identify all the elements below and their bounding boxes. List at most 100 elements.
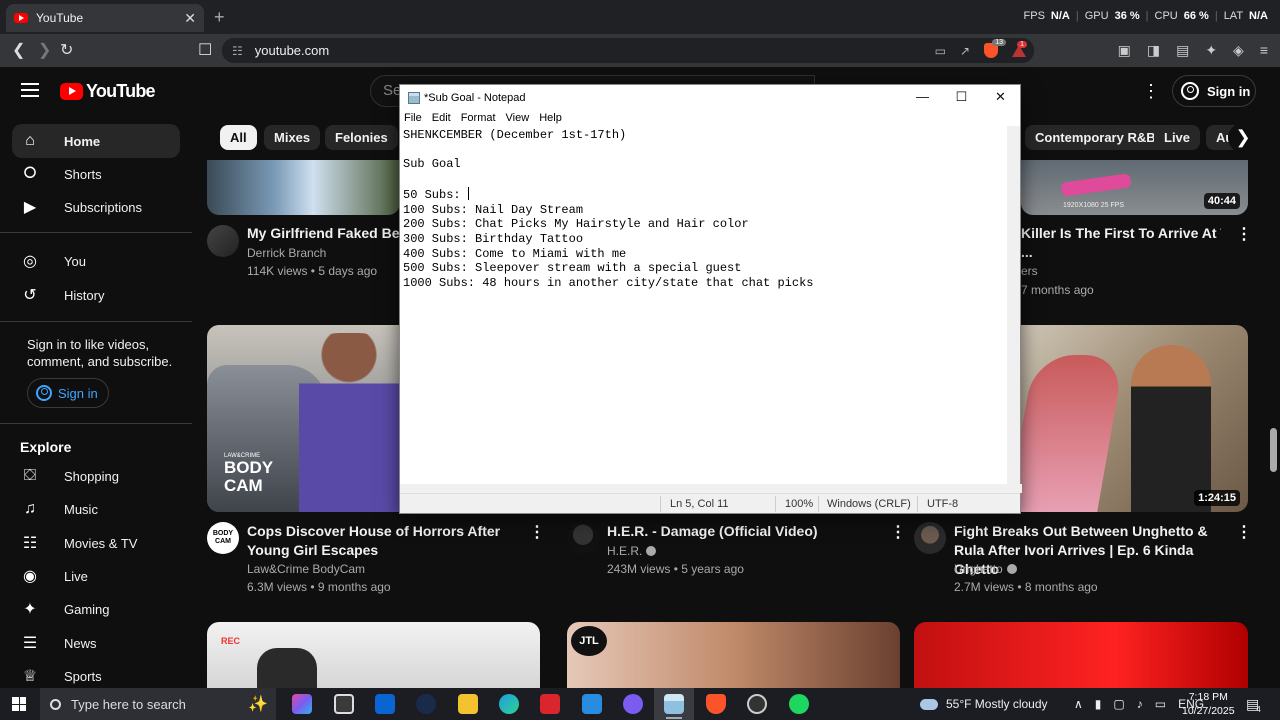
video-menu-icon[interactable]: ⋮ bbox=[1236, 522, 1252, 542]
channel-avatar[interactable]: BODY CAM bbox=[207, 522, 239, 554]
video-thumbnail[interactable]: LAW&CRIME BODY CAM bbox=[207, 325, 400, 512]
minimize-icon[interactable]: — bbox=[903, 85, 942, 109]
tab-close-icon[interactable]: ✕ bbox=[184, 10, 196, 27]
browser-menu-icon[interactable]: ≡ bbox=[1260, 42, 1268, 59]
video-thumbnail[interactable] bbox=[914, 622, 1248, 688]
settings-menu-icon[interactable]: ⋮ bbox=[1142, 81, 1160, 102]
site-settings-icon[interactable]: ☷ bbox=[232, 44, 243, 58]
channel-avatar[interactable] bbox=[207, 225, 239, 257]
maximize-icon[interactable]: ☐ bbox=[942, 85, 981, 109]
sidebar-item-shorts[interactable]: ⭘ Shorts bbox=[12, 157, 180, 191]
bookmark-icon[interactable]: ☐ bbox=[198, 40, 212, 60]
cast-icon[interactable]: ▭ bbox=[935, 44, 946, 58]
forward-icon[interactable]: ❯ bbox=[38, 40, 51, 60]
wps-icon[interactable] bbox=[540, 694, 560, 714]
share-icon[interactable]: ↗ bbox=[960, 44, 970, 58]
brave-shields-icon[interactable]: 13 bbox=[984, 39, 1006, 58]
video-menu-icon[interactable]: ⋮ bbox=[1236, 224, 1252, 244]
menu-edit[interactable]: Edit bbox=[432, 112, 451, 124]
sidebar-sign-in-button[interactable]: Sign in bbox=[27, 378, 109, 408]
store-icon[interactable] bbox=[334, 694, 354, 714]
microphone-icon[interactable]: ▮ bbox=[1095, 697, 1102, 711]
file-explorer-icon[interactable] bbox=[458, 694, 478, 714]
notification-center[interactable]: ▤ 4 bbox=[1246, 688, 1261, 720]
channel-avatar[interactable] bbox=[567, 522, 599, 554]
chip-all[interactable]: All bbox=[220, 125, 257, 150]
spotify-icon[interactable] bbox=[789, 694, 809, 714]
close-icon[interactable]: ✕ bbox=[981, 85, 1020, 109]
video-thumbnail[interactable]: JTL bbox=[567, 622, 900, 688]
menu-format[interactable]: Format bbox=[461, 112, 496, 124]
brave-rewards-icon[interactable]: 1 bbox=[1012, 40, 1027, 57]
channel-name[interactable]: Derrick Branch bbox=[247, 244, 326, 262]
video-menu-icon[interactable]: ⋮ bbox=[890, 522, 906, 542]
sidebar-item-subscriptions[interactable]: ▶ Subscriptions bbox=[12, 190, 180, 224]
start-button[interactable] bbox=[12, 697, 26, 711]
youtube-logo[interactable]: YouTube bbox=[60, 81, 156, 102]
video-menu-icon[interactable]: ⋮ bbox=[529, 522, 545, 542]
notepad-vertical-scrollbar[interactable] bbox=[1007, 126, 1020, 484]
chip-contemporary-rnb[interactable]: Contemporary R&B bbox=[1025, 125, 1166, 150]
obs-icon[interactable] bbox=[747, 694, 767, 714]
new-tab-button[interactable]: + bbox=[214, 7, 225, 28]
sidebar-item-live[interactable]: ◉ Live bbox=[12, 559, 180, 593]
sidebar-item-movies[interactable]: ☷ Movies & TV bbox=[12, 526, 180, 560]
reader-mode-icon[interactable]: ▣ bbox=[1118, 42, 1131, 59]
menu-view[interactable]: View bbox=[506, 112, 530, 124]
battery-icon[interactable]: ▭ bbox=[1155, 697, 1166, 711]
channel-avatar[interactable] bbox=[914, 522, 946, 554]
notepad-taskbar-icon[interactable] bbox=[664, 694, 684, 714]
chip-felonies[interactable]: Felonies bbox=[325, 125, 398, 150]
edge-icon[interactable] bbox=[499, 694, 519, 714]
notepad-text-area[interactable]: SHENKCEMBER (December 1st-17th)​Sub Goal… bbox=[400, 126, 1008, 484]
reload-icon[interactable]: ↻ bbox=[60, 40, 73, 60]
channel-name[interactable]: ers bbox=[1021, 262, 1038, 280]
menu-file[interactable]: File bbox=[404, 112, 422, 124]
taskbar-search-input[interactable]: Type here to search ✨ bbox=[40, 688, 276, 720]
chip-live[interactable]: Live bbox=[1154, 125, 1201, 150]
video-title[interactable]: Killer Is The First To Arrive At The bbox=[1021, 224, 1221, 243]
page-scrollbar-track[interactable] bbox=[1268, 67, 1280, 690]
sidebar-item-you[interactable]: ◎ You bbox=[12, 244, 180, 278]
chip-mixes[interactable]: Mixes bbox=[264, 125, 321, 150]
back-icon[interactable]: ❮ bbox=[12, 40, 25, 60]
video-title[interactable]: My Girlfriend Faked Being bbox=[247, 224, 399, 243]
video-thumbnail[interactable]: REC bbox=[207, 622, 540, 688]
channel-name[interactable]: Unghetto bbox=[954, 560, 1017, 578]
steam-icon[interactable] bbox=[416, 694, 436, 714]
video-title[interactable]: Cops Discover House of Horrors After You… bbox=[247, 522, 522, 560]
sidebar-item-shopping[interactable]: ⛋ Shopping bbox=[12, 459, 180, 493]
tray-overflow-icon[interactable]: ∧ bbox=[1074, 697, 1083, 711]
clock[interactable]: 7:18 PM 10/27/2025 bbox=[1182, 690, 1235, 718]
channel-name[interactable]: H.E.R. bbox=[607, 542, 657, 560]
sidebar-item-music[interactable]: ♫ Music bbox=[12, 492, 180, 526]
leo-ai-icon[interactable]: ✦ bbox=[1205, 42, 1217, 59]
video-thumbnail[interactable]: 1920X1080 25 FPS 40:44 bbox=[1021, 160, 1248, 215]
guide-menu-icon[interactable] bbox=[21, 83, 39, 97]
menu-help[interactable]: Help bbox=[539, 112, 562, 124]
network-icon[interactable]: ▢ bbox=[1113, 697, 1124, 711]
sidebar-item-news[interactable]: ☰ News bbox=[12, 626, 180, 660]
brave-icon[interactable] bbox=[706, 694, 726, 714]
video-title[interactable]: H.E.R. - Damage (Official Video) bbox=[607, 522, 882, 541]
wallet-icon[interactable]: ▤ bbox=[1176, 42, 1189, 59]
tab-youtube[interactable]: YouTube ✕ bbox=[6, 4, 204, 32]
address-bar[interactable]: ☷ youtube.com ▭ ↗ 13 1 bbox=[222, 38, 1034, 63]
chips-next-icon[interactable]: ❯ bbox=[1228, 123, 1258, 153]
app-icon[interactable] bbox=[582, 694, 602, 714]
discord-icon[interactable] bbox=[623, 694, 643, 714]
channel-name[interactable]: Law&Crime BodyCam bbox=[247, 560, 365, 578]
header-sign-in-button[interactable]: Sign in bbox=[1172, 75, 1256, 107]
sidebar-item-gaming[interactable]: ✦ Gaming bbox=[12, 592, 180, 626]
volume-icon[interactable]: ♪ bbox=[1137, 697, 1143, 711]
video-thumbnail[interactable] bbox=[207, 160, 400, 215]
notepad-horizontal-scrollbar[interactable] bbox=[400, 484, 1022, 493]
vpn-icon[interactable]: ◈ bbox=[1233, 42, 1244, 59]
outlook-icon[interactable] bbox=[375, 694, 395, 714]
copilot-icon[interactable] bbox=[292, 694, 312, 714]
sidebar-toggle-icon[interactable]: ◨ bbox=[1147, 42, 1160, 59]
sidebar-item-history[interactable]: ↺ History bbox=[12, 278, 180, 312]
sidebar-item-home[interactable]: ⌂ Home bbox=[12, 124, 180, 158]
video-thumbnail[interactable]: 1:24:15 bbox=[1021, 325, 1248, 512]
weather-widget[interactable]: 55°F Mostly cloudy bbox=[917, 688, 1048, 720]
